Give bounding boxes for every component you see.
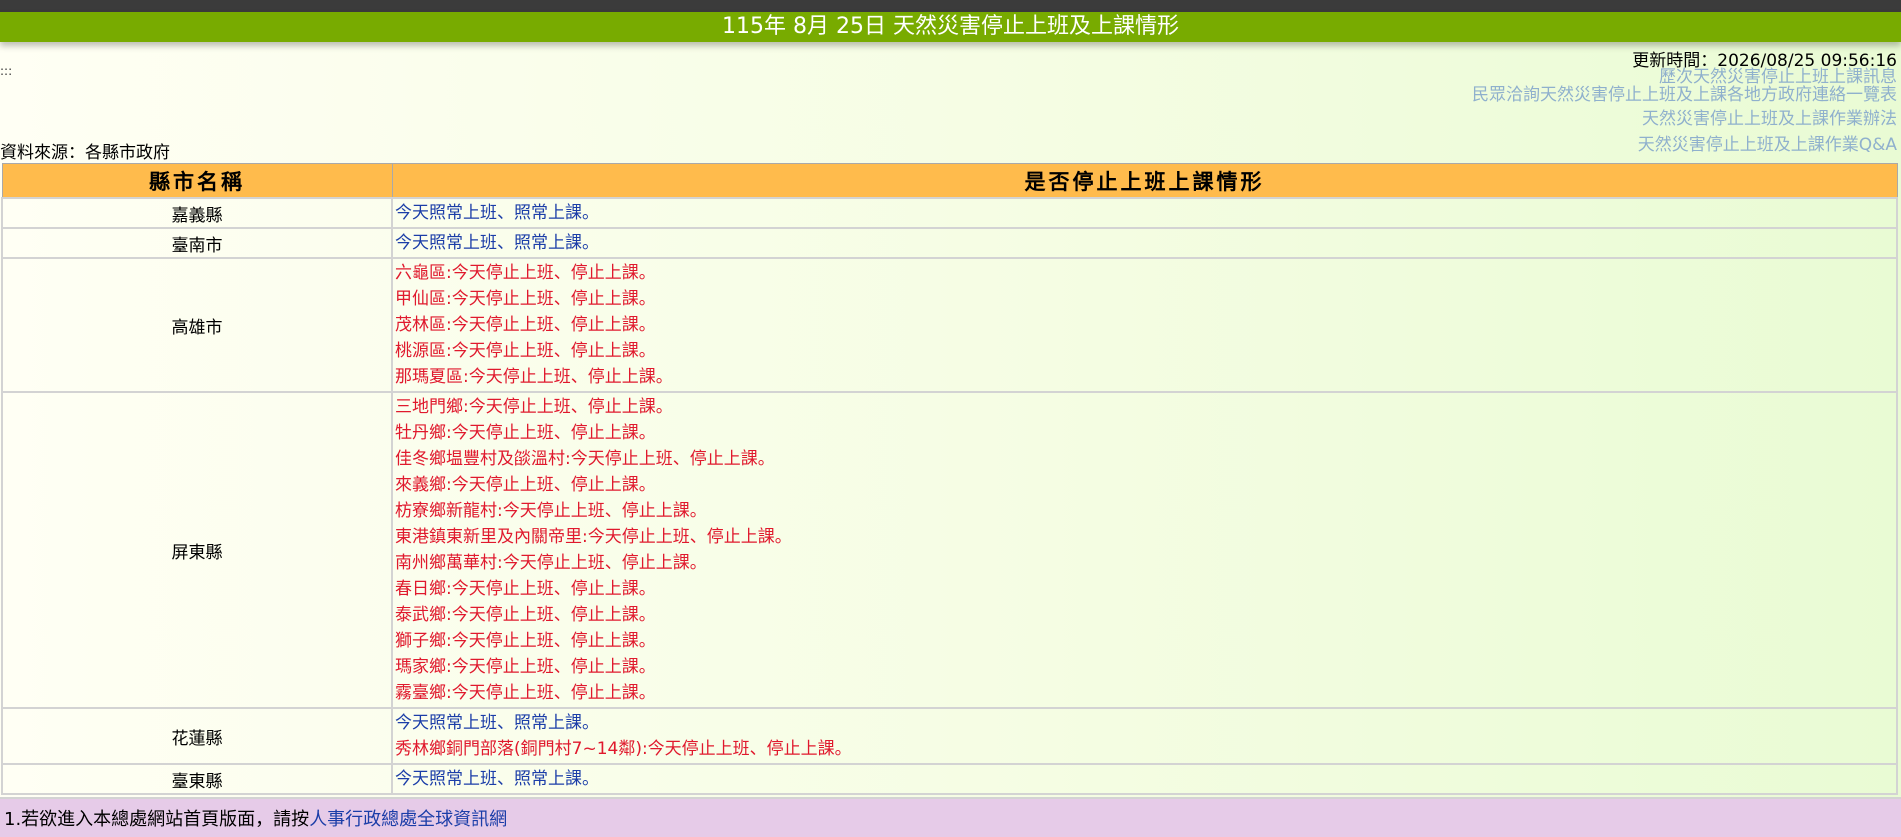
footer-note: 1.若欲進入本總處網站首頁版面，請按人事行政總處全球資訊網 (0, 797, 1901, 837)
table-row: 高雄市 六龜區:今天停止上班、停止上課。 甲仙區:今天停止上班、停止上課。 茂林區:今… (1, 257, 1898, 393)
table-header-row: 縣市名稱 是否停止上班上課情形 (1, 163, 1898, 199)
suspension-status-text: 瑪家鄉:今天停止上班、停止上課。 (395, 657, 656, 677)
table-row: 嘉義縣 今天照常上班、照常上課。 (1, 197, 1898, 229)
status-cell: 今天照常上班、照常上課。 (391, 227, 1898, 259)
county-name: 屏東縣 (1, 391, 393, 709)
status-cell: 三地門鄉:今天停止上班、停止上課。 牡丹鄉:今天停止上班、停止上課。佳冬鄉塭豐村及… (391, 391, 1898, 709)
top-strip (0, 0, 1901, 12)
suspension-status-text: 霧臺鄉:今天停止上班、停止上課。 (395, 683, 656, 703)
county-name: 臺南市 (1, 227, 393, 259)
county-name: 花蓮縣 (1, 707, 393, 765)
table-row: 花蓮縣 今天照常上班、照常上課。秀林鄉銅門部落(銅門村7~14鄰):今天停止上班、… (1, 707, 1898, 765)
normal-status-text: 今天照常上班、照常上課。 (395, 233, 599, 253)
normal-status-text: 今天照常上班、照常上課。 (395, 713, 599, 733)
table-row: 臺南市 今天照常上班、照常上課。 (1, 227, 1898, 259)
status-table: 縣市名稱 是否停止上班上課情形 嘉義縣 今天照常上班、照常上課。 臺南市 今天照常上班… (1, 163, 1898, 795)
status-cell: 今天照常上班、照常上課。秀林鄉銅門部落(銅門村7~14鄰):今天停止上班、停止上… (391, 707, 1898, 765)
suspension-status-text: 甲仙區:今天停止上班、停止上課。 (395, 289, 656, 309)
suspension-status-text: 茂林區:今天停止上班、停止上課。 (395, 315, 656, 335)
footer-text: 1.若欲進入本總處網站首頁版面，請按 (4, 809, 310, 830)
suspension-status-text: 桃源區:今天停止上班、停止上課。 (395, 341, 656, 361)
suspension-status-text: 獅子鄉:今天停止上班、停止上課。 (395, 631, 656, 651)
suspension-status-text: 東港鎮東新里及內關帝里:今天停止上班、停止上課。 (395, 527, 792, 547)
data-source: 資料來源：各縣市政府 (0, 143, 170, 163)
suspension-status-text: 佳冬鄉塭豐村及燄溫村:今天停止上班、停止上課。 (395, 449, 775, 469)
suspension-status-text: 春日鄉:今天停止上班、停止上課。 (395, 579, 656, 599)
normal-status-text: 今天照常上班、照常上課。 (395, 203, 599, 223)
county-name: 嘉義縣 (1, 197, 393, 229)
contact-list-link[interactable]: 民眾洽詢天然災害停止上班及上課各地方政府連絡一覽表 (1472, 86, 1897, 104)
normal-status-text: 今天照常上班、照常上課。 (395, 769, 599, 789)
table-row: 臺東縣 今天照常上班、照常上課。 (1, 763, 1898, 795)
status-cell: 今天照常上班、照常上課。 (391, 197, 1898, 229)
status-cell: 今天照常上班、照常上課。 (391, 763, 1898, 795)
table-row: 屏東縣 三地門鄉:今天停止上班、停止上課。 牡丹鄉:今天停止上班、停止上課。佳冬鄉塭… (1, 391, 1898, 709)
suspension-status-text: 六龜區:今天停止上班、停止上課。 (395, 263, 656, 283)
suspension-status-text: 泰武鄉:今天停止上班、停止上課。 (395, 605, 656, 625)
accesskey-anchor[interactable]: ::: (0, 64, 12, 78)
page-title: 115年 8月 25日 天然災害停止上班及上課情形 (0, 12, 1901, 42)
header-status: 是否停止上班上課情形 (391, 163, 1898, 199)
regulation-link[interactable]: 天然災害停止上班及上課作業辦法 (1472, 110, 1897, 128)
status-cell: 六龜區:今天停止上班、停止上課。 甲仙區:今天停止上班、停止上課。 茂林區:今天停止… (391, 257, 1898, 393)
suspension-status-text: 秀林鄉銅門部落(銅門村7~14鄰):今天停止上班、停止上課。 (395, 739, 852, 759)
info-area: 更新時間：2026/08/25 09:56:16 ::: 歷次天然災害停止上班上… (0, 42, 1901, 163)
county-name: 臺東縣 (1, 763, 393, 795)
header-county: 縣市名稱 (1, 163, 393, 199)
suspension-status-text: 枋寮鄉新龍村:今天停止上班、停止上課。 (395, 501, 707, 521)
suspension-status-text: 牡丹鄉:今天停止上班、停止上課。 (395, 423, 656, 443)
related-links: 歷次天然災害停止上班上課訊息 民眾洽詢天然災害停止上班及上課各地方政府連絡一覽表… (1472, 68, 1897, 154)
faq-link[interactable]: 天然災害停止上班及上課作業Q&A (1472, 136, 1897, 154)
county-name: 高雄市 (1, 257, 393, 393)
history-link[interactable]: 歷次天然災害停止上班上課訊息 (1472, 68, 1897, 86)
suspension-status-text: 三地門鄉:今天停止上班、停止上課。 (395, 397, 673, 417)
suspension-status-text: 南州鄉萬華村:今天停止上班、停止上課。 (395, 553, 707, 573)
suspension-status-text: 那瑪夏區:今天停止上班、停止上課。 (395, 367, 673, 387)
suspension-status-text: 來義鄉:今天停止上班、停止上課。 (395, 475, 656, 495)
dgpa-website-link[interactable]: 人事行政總處全球資訊網 (309, 809, 507, 830)
